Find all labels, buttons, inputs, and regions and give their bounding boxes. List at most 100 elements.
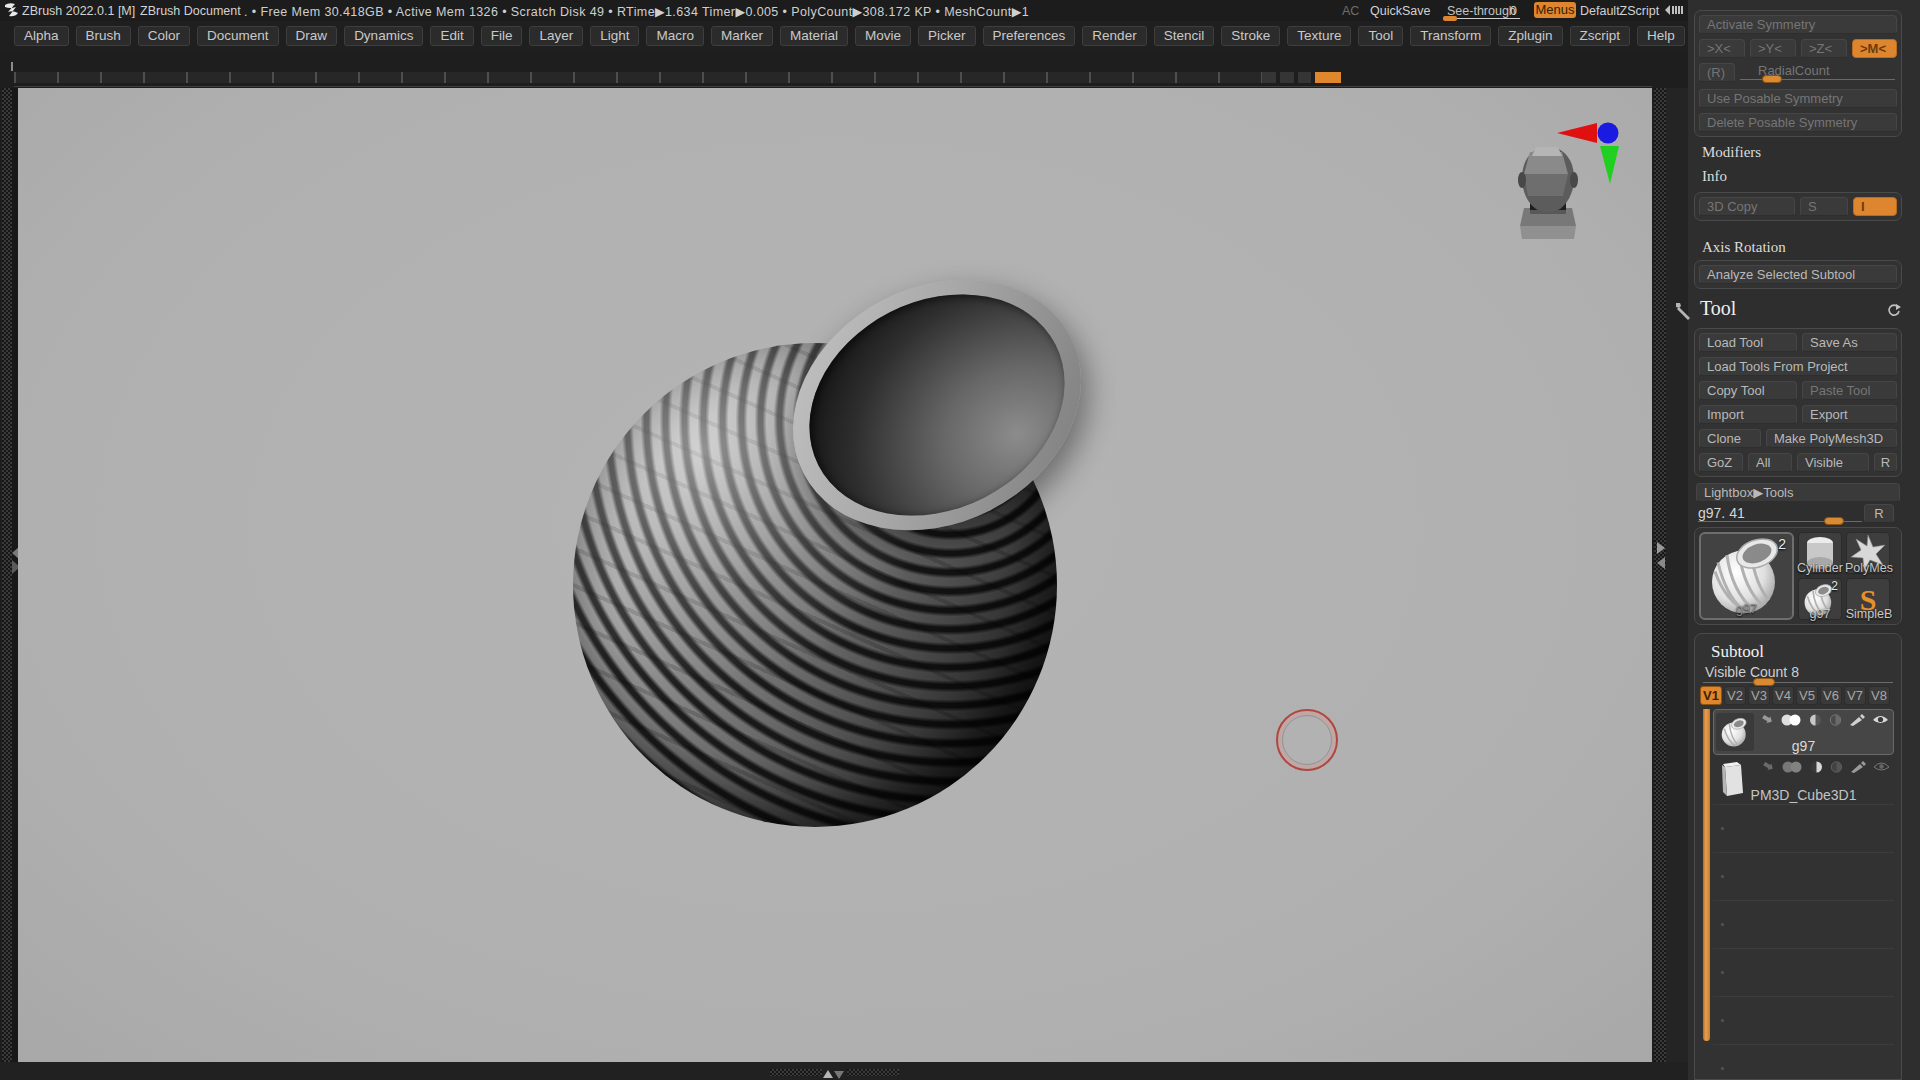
menu-texture[interactable]: Texture: [1287, 26, 1351, 46]
active-tool-thumbnail[interactable]: 2 g97: [1699, 532, 1794, 620]
export-button[interactable]: Export: [1802, 405, 1897, 424]
tab-v1[interactable]: V1: [1700, 686, 1722, 705]
menus-button[interactable]: Menus: [1534, 2, 1576, 18]
right-resize-strip[interactable]: [1654, 88, 1666, 1062]
tab-v5[interactable]: V5: [1796, 686, 1818, 705]
radial-count-knob[interactable]: [1762, 75, 1782, 83]
tab-v2[interactable]: V2: [1724, 686, 1746, 705]
activate-symmetry-button[interactable]: Activate Symmetry: [1699, 15, 1897, 34]
quicksave-button[interactable]: QuickSave: [1370, 4, 1430, 18]
symmetry-m-button[interactable]: >M<: [1852, 39, 1897, 58]
menu-picker[interactable]: Picker: [918, 26, 976, 46]
menu-preferences[interactable]: Preferences: [983, 26, 1076, 46]
hscroll-arrows[interactable]: [822, 1066, 846, 1080]
document-canvas[interactable]: [18, 88, 1652, 1062]
goz-r-button[interactable]: R: [1874, 453, 1897, 472]
use-posable-symmetry-button[interactable]: Use Posable Symmetry: [1699, 89, 1897, 108]
polypaint-icon[interactable]: [1810, 761, 1823, 773]
goto-icon[interactable]: [1762, 762, 1774, 772]
menu-macro[interactable]: Macro: [646, 26, 704, 46]
brush-icon[interactable]: [1849, 714, 1865, 726]
menu-stroke[interactable]: Stroke: [1221, 26, 1280, 46]
tab-v3[interactable]: V3: [1748, 686, 1770, 705]
3d-copy-button[interactable]: 3D Copy: [1699, 197, 1795, 216]
menu-layer[interactable]: Layer: [529, 26, 583, 46]
load-tool-button[interactable]: Load Tool: [1699, 333, 1797, 352]
menu-stencil[interactable]: Stencil: [1154, 26, 1215, 46]
shelf-tray[interactable]: [14, 72, 1262, 83]
delete-posable-symmetry-button[interactable]: Delete Posable Symmetry: [1699, 113, 1897, 132]
menu-file[interactable]: File: [481, 26, 523, 46]
subtool-scroll-indicator[interactable]: [1703, 709, 1710, 1041]
visible-count-track[interactable]: [1703, 682, 1893, 683]
camera-gizmo[interactable]: [1500, 108, 1640, 262]
goz-button[interactable]: GoZ: [1699, 453, 1743, 472]
subtool-item-cube[interactable]: PM3D_Cube3D1: [1713, 757, 1894, 804]
menu-alpha[interactable]: Alpha: [14, 26, 69, 46]
symmetry-z-button[interactable]: >Z<: [1801, 39, 1847, 58]
divider-left-icon[interactable]: [1660, 4, 1686, 19]
right-divider-handle[interactable]: [1655, 540, 1666, 576]
brush-icon[interactable]: [1850, 761, 1866, 773]
paint-sculpt-icon[interactable]: [1780, 714, 1802, 726]
subtool-header[interactable]: Subtool: [1711, 642, 1764, 662]
tool-restore-icon[interactable]: [1886, 303, 1902, 322]
lightbox-tools-button[interactable]: Lightbox▶Tools: [1696, 483, 1900, 502]
menu-marker[interactable]: Marker: [711, 26, 773, 46]
tab-v6[interactable]: V6: [1820, 686, 1842, 705]
menu-zscript[interactable]: Zscript: [1570, 26, 1631, 46]
tab-v8[interactable]: V8: [1868, 686, 1890, 705]
eye-icon[interactable]: [1873, 761, 1890, 773]
uv-icon[interactable]: [1830, 761, 1843, 773]
load-tools-from-project-button[interactable]: Load Tools From Project: [1699, 357, 1897, 376]
s-button[interactable]: S: [1800, 197, 1848, 216]
menu-color[interactable]: Color: [138, 26, 190, 46]
symmetry-x-button[interactable]: >X<: [1699, 39, 1745, 58]
paste-tool-button[interactable]: Paste Tool: [1802, 381, 1897, 400]
analyze-selected-subtool-button[interactable]: Analyze Selected Subtool: [1699, 265, 1897, 284]
make-polymesh3d-button[interactable]: Make PolyMesh3D: [1766, 429, 1897, 448]
menu-render[interactable]: Render: [1082, 26, 1146, 46]
clone-button[interactable]: Clone: [1699, 429, 1761, 448]
tool-palette-header[interactable]: Tool: [1700, 297, 1736, 320]
menu-material[interactable]: Material: [780, 26, 848, 46]
default-zscript-button[interactable]: DefaultZScript: [1580, 4, 1659, 18]
symmetry-y-button[interactable]: >Y<: [1750, 39, 1796, 58]
radial-r-button[interactable]: (R): [1699, 63, 1735, 82]
menu-draw[interactable]: Draw: [286, 26, 338, 46]
uv-icon[interactable]: [1829, 714, 1842, 726]
see-through-slider[interactable]: See-through: [1447, 4, 1516, 18]
save-as-button[interactable]: Save As: [1802, 333, 1897, 352]
paint-sculpt-icon[interactable]: [1781, 761, 1803, 773]
hscroll-right[interactable]: [847, 1069, 899, 1076]
shelf-active-segment[interactable]: [1315, 72, 1341, 83]
goto-icon[interactable]: [1761, 715, 1773, 725]
goz-visible-button[interactable]: Visible: [1797, 453, 1869, 472]
see-through-track[interactable]: [1447, 18, 1520, 19]
menu-tool[interactable]: Tool: [1358, 26, 1403, 46]
goz-all-button[interactable]: All: [1748, 453, 1792, 472]
polypaint-icon[interactable]: [1809, 714, 1822, 726]
tab-v7[interactable]: V7: [1844, 686, 1866, 705]
wrench-icon[interactable]: [1672, 300, 1694, 325]
menu-light[interactable]: Light: [590, 26, 639, 46]
menu-document[interactable]: Document: [197, 26, 279, 46]
tool-r-button[interactable]: R: [1864, 504, 1894, 523]
copy-tool-button[interactable]: Copy Tool: [1699, 381, 1797, 400]
subtool-item-g97[interactable]: g97: [1713, 709, 1894, 755]
menu-edit[interactable]: Edit: [430, 26, 473, 46]
i-toggle[interactable]: I: [1853, 197, 1897, 216]
eye-icon[interactable]: [1872, 714, 1889, 726]
tab-v4[interactable]: V4: [1772, 686, 1794, 705]
ac-toggle[interactable]: AC: [1342, 4, 1359, 18]
visible-count-knob[interactable]: [1753, 678, 1775, 686]
menu-brush[interactable]: Brush: [76, 26, 131, 46]
menu-help[interactable]: Help: [1637, 26, 1685, 46]
menu-transform[interactable]: Transform: [1410, 26, 1491, 46]
menu-movie[interactable]: Movie: [855, 26, 911, 46]
import-button[interactable]: Import: [1699, 405, 1797, 424]
menu-zplugin[interactable]: Zplugin: [1498, 26, 1562, 46]
menu-dynamics[interactable]: Dynamics: [344, 26, 423, 46]
hscroll-left[interactable]: [770, 1069, 822, 1076]
tool-slider-knob[interactable]: [1824, 517, 1844, 525]
